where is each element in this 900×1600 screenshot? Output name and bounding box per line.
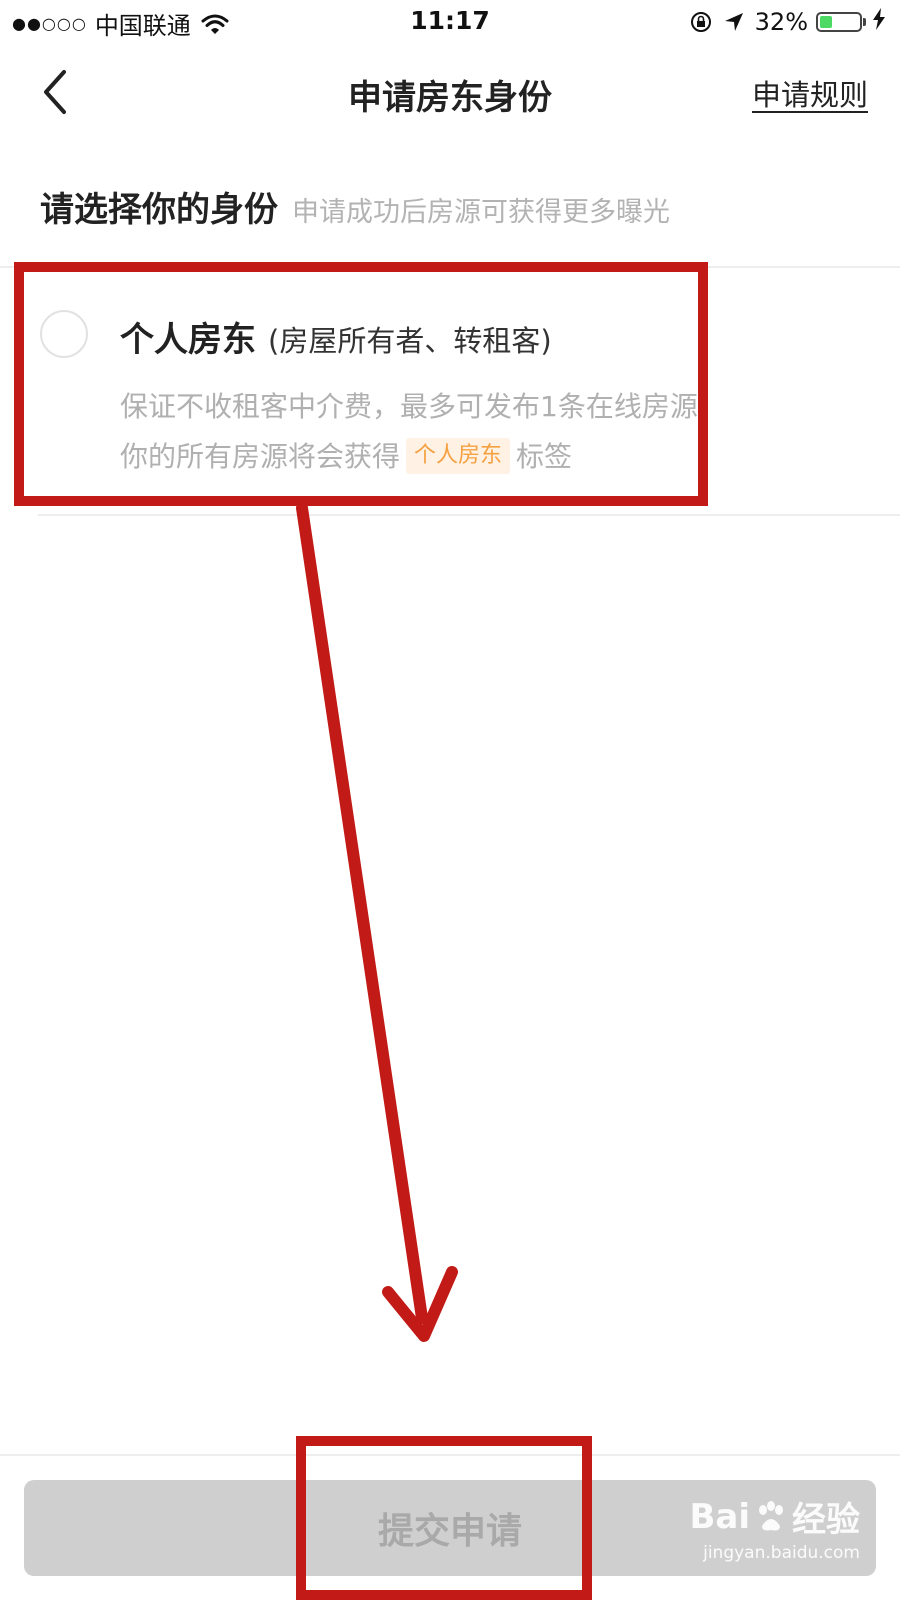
watermark-brand-left: Bai — [689, 1496, 750, 1537]
paw-icon — [759, 1500, 783, 1530]
watermark-brand: Bai 经验 — [689, 1492, 860, 1541]
watermark-url: jingyan.baidu.com — [703, 1543, 860, 1563]
baidu-watermark: Bai 经验 jingyan.baidu.com — [689, 1492, 860, 1564]
annotation-arrow — [296, 502, 458, 1342]
annotation-box-submit — [296, 1436, 592, 1600]
watermark-brand-right: 经验 — [792, 1500, 860, 1540]
